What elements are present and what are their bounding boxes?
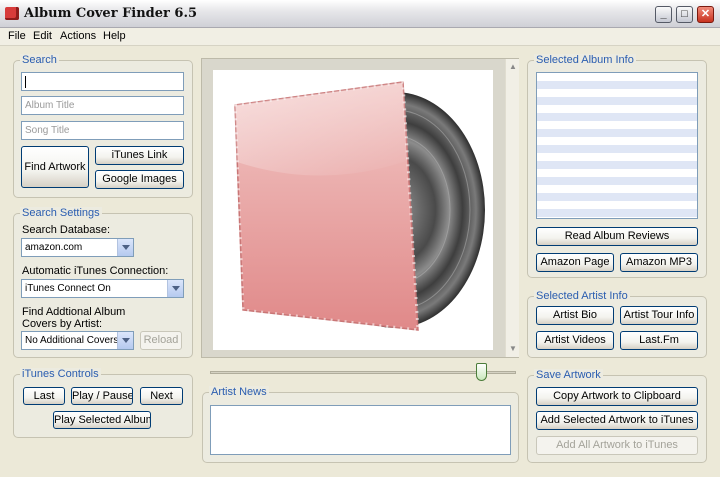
itunes-connection-label: Automatic iTunes Connection:	[22, 265, 169, 277]
search-settings-title: Search Settings	[20, 207, 102, 220]
add-all-artwork-button[interactable]: Add All Artwork to iTunes	[536, 436, 698, 455]
chevron-down-icon[interactable]	[117, 332, 133, 349]
amazon-page-button[interactable]: Amazon Page	[536, 253, 614, 272]
menu-file[interactable]: File	[8, 30, 26, 42]
search-database-select[interactable]: amazon.com	[21, 238, 134, 257]
artist-input[interactable]	[21, 72, 184, 91]
play-selected-album-button[interactable]: Play Selected Album	[53, 411, 151, 429]
menu-help[interactable]: Help	[103, 30, 126, 42]
text-caret	[25, 76, 26, 88]
album-info-title: Selected Album Info	[534, 54, 636, 67]
additional-covers-value: No Additional Covers	[25, 335, 119, 346]
zoom-slider-track[interactable]	[210, 371, 516, 374]
vinyl-record-icon	[233, 80, 485, 332]
scroll-up-icon[interactable]: ▲	[507, 61, 519, 73]
additional-covers-label-line1: Find Addtional Album	[22, 306, 126, 318]
itunes-connection-select[interactable]: iTunes Connect On	[21, 279, 184, 298]
scroll-down-icon[interactable]: ▼	[507, 343, 519, 355]
album-title-input[interactable]: Album Title	[21, 96, 184, 115]
additional-covers-select[interactable]: No Additional Covers	[21, 331, 134, 350]
title-bar: Album Cover Finder 6.5 _ □ ✕	[0, 0, 720, 28]
find-artwork-button[interactable]: Find Artwork	[21, 146, 89, 188]
search-panel-title: Search	[20, 54, 59, 67]
artist-bio-button[interactable]: Artist Bio	[536, 306, 614, 325]
itunes-link-button[interactable]: iTunes Link	[95, 146, 184, 165]
window-title: Album Cover Finder 6.5	[24, 6, 198, 21]
next-button[interactable]: Next	[140, 387, 183, 405]
close-icon[interactable]: ✕	[697, 6, 714, 23]
artist-news-title: Artist News	[209, 386, 269, 399]
play-pause-button[interactable]: Play / Pause	[71, 387, 133, 405]
menu-bar: File Edit Actions Help	[0, 28, 720, 46]
menu-actions[interactable]: Actions	[60, 30, 96, 42]
reload-button[interactable]: Reload	[140, 331, 182, 350]
save-artwork-title: Save Artwork	[534, 369, 603, 382]
itunes-controls-title: iTunes Controls	[20, 368, 101, 381]
app-record-icon	[5, 7, 19, 20]
additional-covers-label-line2: Covers by Artist:	[22, 318, 103, 330]
last-button[interactable]: Last	[23, 387, 65, 405]
artist-videos-button[interactable]: Artist Videos	[536, 331, 614, 350]
artwork-scrollbar[interactable]: ▲ ▼	[505, 59, 519, 357]
maximize-icon[interactable]: □	[676, 6, 693, 23]
search-database-value: amazon.com	[25, 242, 83, 253]
google-images-button[interactable]: Google Images	[95, 170, 184, 189]
read-album-reviews-button[interactable]: Read Album Reviews	[536, 227, 698, 246]
zoom-slider-thumb[interactable]	[475, 363, 487, 381]
album-info-list[interactable]	[536, 72, 698, 219]
copy-artwork-button[interactable]: Copy Artwork to Clipboard	[536, 387, 698, 406]
artist-tour-info-button[interactable]: Artist Tour Info	[620, 306, 698, 325]
album-artwork[interactable]	[213, 70, 493, 350]
add-selected-artwork-button[interactable]: Add Selected Artwork to iTunes	[536, 411, 698, 430]
artist-info-title: Selected Artist Info	[534, 290, 630, 303]
chevron-down-icon[interactable]	[167, 280, 183, 297]
artwork-viewer[interactable]: ▲ ▼	[201, 58, 519, 358]
lastfm-button[interactable]: Last.Fm	[620, 331, 698, 350]
menu-edit[interactable]: Edit	[33, 30, 52, 42]
itunes-connection-value: iTunes Connect On	[25, 283, 111, 294]
minimize-icon[interactable]: _	[655, 6, 672, 23]
chevron-down-icon[interactable]	[117, 239, 133, 256]
song-title-input[interactable]: Song Title	[21, 121, 184, 140]
amazon-mp3-button[interactable]: Amazon MP3	[620, 253, 698, 272]
search-database-label: Search Database:	[22, 224, 111, 236]
artist-news-text[interactable]	[210, 405, 511, 455]
